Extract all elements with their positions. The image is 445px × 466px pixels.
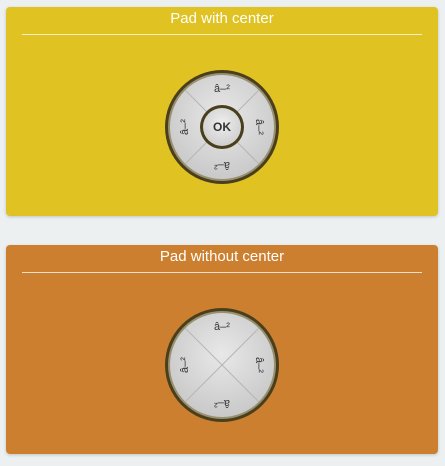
pad-down-button[interactable]: â–² [207, 157, 237, 173]
card-title: Pad without center [159, 248, 285, 265]
directional-pad-without-center: â–² â–² â–² â–² [163, 306, 281, 424]
pad-up-button[interactable]: â–² [207, 319, 237, 335]
pad-up-button[interactable]: â–² [207, 81, 237, 97]
directional-pad-with-center: â–² â–² â–² â–² OK [163, 68, 281, 186]
pad-right-button[interactable]: â–² [251, 112, 267, 142]
title-divider [22, 34, 422, 35]
ok-button[interactable]: OK [204, 109, 240, 145]
card-title: Pad with center [170, 10, 274, 27]
pad-left-button[interactable]: â–² [177, 112, 193, 142]
pad-down-button[interactable]: â–² [207, 395, 237, 411]
pad-left-button[interactable]: â–² [177, 350, 193, 380]
pad-without-center-card: Pad without center â–² â–² â–² â–² [6, 245, 438, 454]
pad-right-button[interactable]: â–² [251, 350, 267, 380]
title-divider [22, 272, 422, 273]
pad-with-center-card: Pad with center â–² â–² â–² â–² OK [6, 7, 438, 216]
